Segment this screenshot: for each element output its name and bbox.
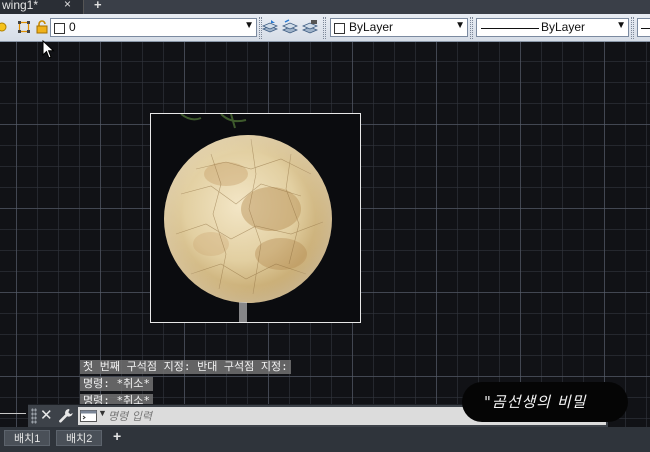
make-current-layer-icon[interactable] bbox=[262, 19, 278, 35]
watermark-text: "곰선생의 비밀 bbox=[484, 393, 587, 411]
layer-properties-icon[interactable] bbox=[0, 19, 10, 35]
toolbar-separator bbox=[470, 17, 473, 39]
previous-layer-icon[interactable] bbox=[302, 19, 318, 35]
raster-image-moon[interactable] bbox=[150, 113, 361, 323]
tab-layout2[interactable]: 배치2 bbox=[56, 430, 103, 446]
properties-toolbar: 0 ▼ ByLayer ▼ ByLayer ▼ bbox=[0, 14, 650, 42]
layout-tab-bar: 배치1 배치2 + bbox=[0, 427, 650, 452]
color-dropdown[interactable]: ByLayer ▼ bbox=[330, 18, 468, 37]
new-tab-button[interactable]: + bbox=[94, 0, 102, 12]
tab-layout1[interactable]: 배치1 bbox=[4, 430, 51, 446]
moon-image bbox=[151, 114, 360, 322]
toolbar-separator bbox=[323, 17, 326, 39]
linetype-value: ByLayer bbox=[541, 20, 586, 34]
command-history-line: 명령: *취소* bbox=[80, 377, 153, 391]
chevron-down-icon: ▼ bbox=[244, 20, 254, 31]
color-swatch bbox=[334, 23, 345, 34]
mouse-cursor-icon bbox=[42, 40, 55, 59]
close-icon[interactable]: ✕ bbox=[40, 406, 53, 424]
wrench-icon[interactable] bbox=[58, 408, 74, 424]
file-tab-bar: wing1* × + bbox=[0, 0, 650, 14]
drag-handle-icon[interactable] bbox=[31, 408, 37, 424]
linetype-dropdown[interactable]: ByLayer ▼ bbox=[476, 18, 629, 37]
close-icon[interactable]: × bbox=[64, 0, 71, 11]
chevron-down-icon[interactable]: ▼ bbox=[98, 408, 107, 418]
match-layer-icon[interactable] bbox=[282, 19, 298, 35]
layer-state-icon[interactable] bbox=[16, 19, 32, 35]
command-history-line: 첫 번째 구석점 지정: 반대 구석점 지정: bbox=[80, 360, 291, 374]
command-history: 첫 번째 구석점 지정: 반대 구석점 지정: 명령: *취소* 명령: *취소… bbox=[80, 359, 291, 410]
toolbar-separator bbox=[631, 17, 634, 39]
layer-value: 0 bbox=[69, 20, 76, 34]
linetype-preview bbox=[481, 28, 539, 29]
color-value: ByLayer bbox=[349, 20, 394, 34]
add-layout-button[interactable]: + bbox=[113, 428, 121, 444]
chevron-down-icon: ▼ bbox=[455, 20, 465, 31]
lineweight-dropdown[interactable] bbox=[637, 18, 650, 37]
file-tab-drawing1[interactable]: wing1* × bbox=[0, 0, 84, 14]
layer-dropdown[interactable]: 0 ▼ bbox=[50, 18, 257, 37]
layer-color-swatch bbox=[54, 23, 65, 34]
lock-icon[interactable] bbox=[34, 19, 50, 35]
watermark: "곰선생의 비밀 bbox=[462, 382, 628, 422]
chevron-down-icon: ▼ bbox=[616, 20, 626, 31]
divider bbox=[0, 413, 26, 414]
command-prompt-icon[interactable] bbox=[80, 410, 97, 422]
file-tab-label: wing1* bbox=[2, 0, 39, 12]
lineweight-preview bbox=[641, 28, 650, 29]
